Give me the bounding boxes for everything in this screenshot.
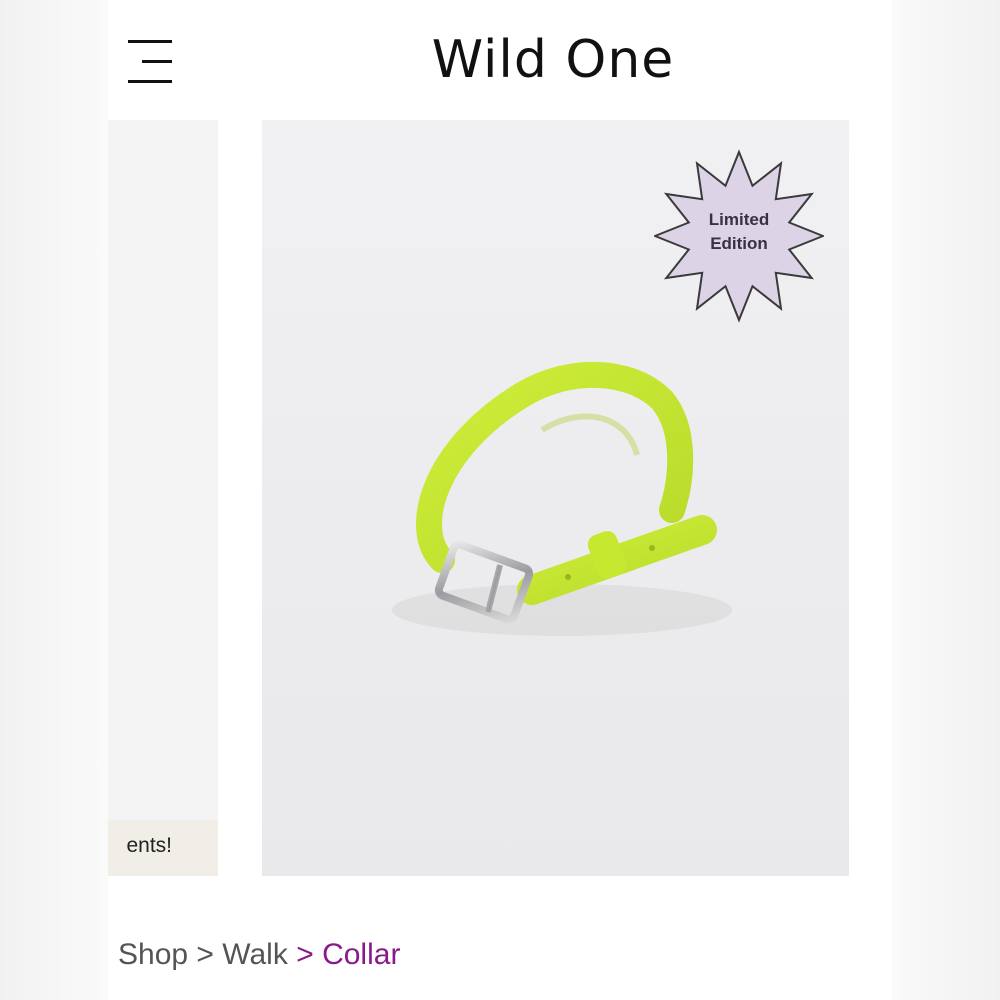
mobile-page: Wild One ents! Limited Edition Shop > Wa… <box>108 0 892 1000</box>
breadcrumb-walk[interactable]: Walk <box>222 938 288 971</box>
badge-line-2: Edition <box>710 234 768 253</box>
hamburger-menu-icon-line <box>128 80 172 83</box>
dog-collar-image <box>392 361 732 636</box>
previous-slide-caption-text: ents! <box>126 834 172 857</box>
right-blur-margin <box>892 0 1000 1000</box>
breadcrumb-collar[interactable]: Collar <box>322 938 400 971</box>
hamburger-menu-icon <box>128 40 172 43</box>
left-blur-margin <box>0 0 108 1000</box>
menu-button[interactable] <box>124 34 176 88</box>
breadcrumb-shop[interactable]: Shop <box>118 938 188 971</box>
badge-label: Limited Edition <box>654 208 824 256</box>
product-image[interactable]: Limited Edition <box>262 120 849 876</box>
previous-slide-caption: ents! <box>108 820 218 876</box>
breadcrumb-separator: > <box>296 938 314 971</box>
limited-edition-badge: Limited Edition <box>652 148 826 324</box>
hamburger-menu-icon-line <box>142 60 172 63</box>
previous-slide-image[interactable] <box>108 120 218 876</box>
breadcrumb-separator: > <box>196 938 214 971</box>
brand-logo[interactable]: Wild One <box>308 24 798 96</box>
breadcrumb: Shop > Walk > Collar <box>118 938 400 972</box>
site-header: Wild One <box>108 0 892 118</box>
badge-line-1: Limited <box>708 210 770 229</box>
